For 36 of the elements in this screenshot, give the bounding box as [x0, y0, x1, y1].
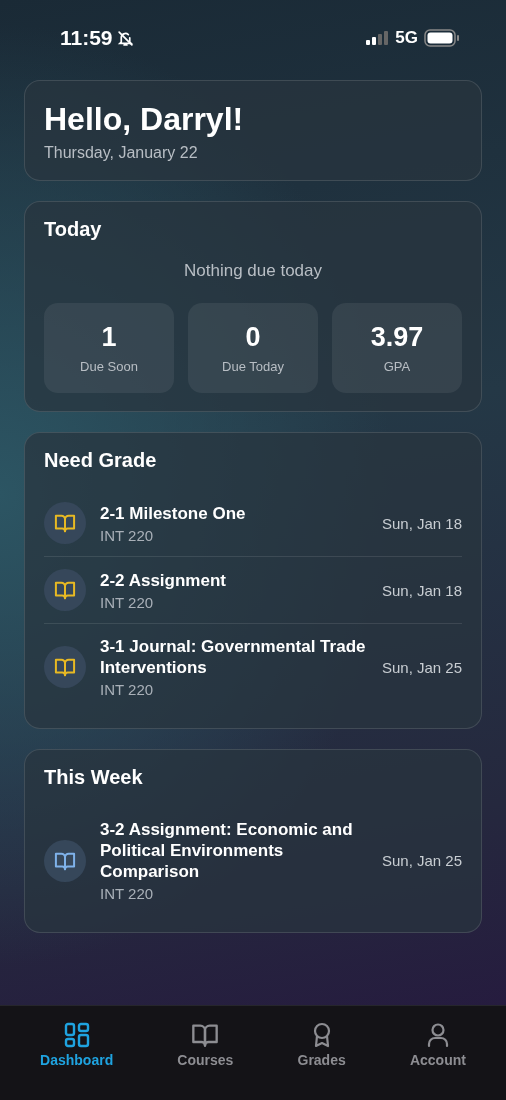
person-icon	[425, 1022, 450, 1048]
greeting-title: Hello, Darryl!	[44, 101, 245, 138]
battery-icon	[424, 29, 460, 47]
tab-item[interactable]: Account	[403, 1018, 472, 1072]
course-code: INT 220	[100, 885, 155, 902]
empty-message: Nothing due today	[183, 261, 323, 281]
assignment-title[interactable]: 2-2 Assignment	[100, 569, 368, 591]
bell-off-icon	[116, 29, 134, 47]
stat-value: 3.97	[370, 322, 424, 353]
tab-item[interactable]: Grades	[291, 1018, 352, 1072]
stat-label: Due Today	[222, 359, 284, 374]
section-title: Today	[44, 218, 103, 241]
section-title: Need Grade	[44, 449, 158, 472]
tab-item[interactable]: Courses	[171, 1018, 240, 1072]
signal-icon	[365, 30, 390, 46]
stat-value: 1	[101, 322, 117, 353]
course-code: INT 220	[100, 526, 155, 544]
tab-item[interactable]: Dashboard	[34, 1018, 120, 1072]
stat-label: Due Soon	[80, 359, 138, 374]
assignment-title[interactable]: 2-1 Milestone One	[100, 502, 368, 524]
due-date: Sun, Jan 18	[381, 581, 462, 599]
stat-value: 0	[245, 322, 261, 353]
network-label: 5G	[395, 28, 418, 48]
due-date: Sun, Jan 18	[381, 514, 462, 532]
stat-label: GPA	[383, 359, 411, 374]
assignment-title[interactable]: 3-1 Journal: Governmental Trade Interventions	[100, 636, 368, 678]
date-label: Thursday, January 22	[44, 144, 199, 162]
book-icon	[191, 1022, 220, 1048]
due-date: Sun, Jan 25	[381, 852, 462, 869]
assignment-title[interactable]: 3-2 Assignment: Economic and Political Environments Comparison	[100, 819, 368, 882]
status-time: 11:59	[60, 26, 113, 50]
due-date: Sun, Jan 25	[381, 658, 462, 676]
course-code: INT 220	[100, 593, 155, 611]
grid-icon	[63, 1022, 90, 1048]
section-title: This Week	[44, 766, 144, 789]
course-code: INT 220	[100, 681, 155, 698]
